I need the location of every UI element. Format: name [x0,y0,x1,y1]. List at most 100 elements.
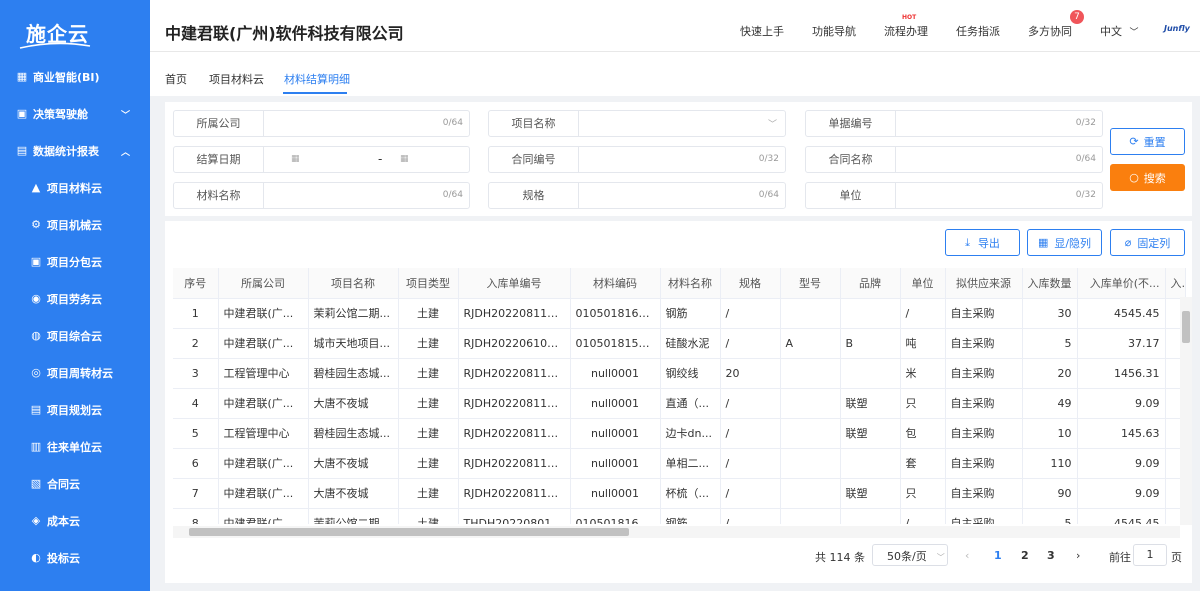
vertical-scroll-thumb[interactable] [1182,311,1190,343]
nav-quick-start[interactable]: 快速上手 [740,23,784,39]
sidebar-item-label: 合同云 [47,477,80,491]
export-button[interactable]: ⤓ 导出 [945,229,1020,256]
sidebar-item-12[interactable]: ◈ 成本云 [0,502,150,539]
table-row[interactable]: 1 中建君联(广... 茉莉公馆二期... 土建 RJDH20220811786 0105… [173,298,1186,329]
column-header[interactable]: 所属公司 [218,268,309,299]
material-field[interactable]: 材料名称 0/64 [173,182,470,209]
nav-function-guide[interactable]: 功能导航 [812,23,856,39]
company-title: 中建君联(广州)软件科技有限公司 [165,24,404,43]
table-cell: / [720,388,781,419]
table-cell: 2 [173,328,219,359]
sidebar-item-2[interactable]: ▤ 数据统计报表 ︿ [0,132,150,169]
table-row[interactable]: 7 中建君联(广... 大唐不夜城 土建 RJDH20220811586 null0001… [173,478,1186,509]
vertical-scrollbar[interactable] [1180,297,1192,525]
column-header[interactable]: 入 [1165,268,1186,299]
table-row[interactable]: 3 工程管理中心 碧桂园生态城... 土建 RJDH20220811614 null000… [173,358,1186,389]
gear-icon: ⚙ [31,218,41,231]
column-header[interactable]: 单位 [900,268,946,299]
column-header[interactable]: 入库数量 [1022,268,1078,299]
table-cell: 大唐不夜城 [308,448,399,479]
column-header[interactable]: 拟供应来源 [945,268,1023,299]
table-cell: 土建 [398,298,459,329]
contractno-field[interactable]: 合同编号 0/32 [488,146,786,173]
search-button[interactable]: ○ 搜索 [1110,164,1185,191]
sidebar-item-1[interactable]: ▣ 决策驾驶舱 ﹀ [0,95,150,132]
table-cell: 碧桂园生态城... [308,358,399,389]
column-header[interactable]: 序号 [173,268,219,299]
page-1[interactable]: 1 [994,549,1002,562]
column-header[interactable]: 入库单价(不... [1077,268,1166,299]
page-3[interactable]: 3 [1047,549,1055,562]
sidebar-item-13[interactable]: ◐ 投标云 [0,539,150,576]
company-label: 所属公司 [174,111,264,136]
column-header[interactable]: 型号 [780,268,841,299]
tab-material-cloud[interactable]: 项目材料云 [209,71,264,87]
page-jump-input[interactable]: 1 [1133,544,1167,566]
column-header[interactable]: 项目名称 [308,268,399,299]
project-select[interactable]: 项目名称 ﹀ [488,110,786,137]
table-cell: 套 [900,448,946,479]
nav-collaboration[interactable]: 多方协同 [1028,23,1072,39]
language-select[interactable]: 中文 ﹀ [1100,23,1139,39]
nav-task-assign[interactable]: 任务指派 [956,23,1000,39]
company-field[interactable]: 所属公司 0/64 [173,110,470,137]
horizontal-scroll-thumb[interactable] [189,528,629,536]
tab-home[interactable]: 首页 [165,71,187,87]
table-cell: null0001 [570,358,661,389]
sidebar-item-9[interactable]: ▤ 项目规划云 [0,391,150,428]
table-row[interactable]: 8 中建君联(广... 茉莉公馆二期... 土建 THDH2022080179 01050… [173,508,1186,524]
page-2[interactable]: 2 [1021,549,1029,562]
table-row[interactable]: 2 中建君联(广... 城市天地项目... 土建 RJDH20220610343 0105… [173,328,1186,359]
sidebar-item-0[interactable]: ▦ 商业智能(BI) [0,58,150,95]
sidebar-item-11[interactable]: ▧ 合同云 [0,465,150,502]
column-header[interactable]: 入库单编号 [458,268,571,299]
table-cell: RJDH20220811586 [458,448,571,479]
prev-page-icon[interactable]: ‹ [965,549,969,562]
tab-settlement-detail[interactable]: 材料结算明细 [284,71,350,87]
reset-button[interactable]: ⟳ 重置 [1110,128,1185,155]
fix-column-button[interactable]: ⌀ 固定列 [1110,229,1185,256]
worker-icon: ◉ [31,292,41,305]
column-header[interactable]: 项目类型 [398,268,459,299]
language-label: 中文 [1100,25,1122,38]
column-header[interactable]: 规格 [720,268,781,299]
table-cell: 自主采购 [945,448,1023,479]
topbar: 中建君联(广州)软件科技有限公司 快速上手 HOT 功能导航 流程办理 7 任务… [150,0,1200,52]
total-count: 共 114 条 [815,551,865,564]
contractname-count: 0/64 [1075,154,1096,164]
table-cell: 中建君联(广... [218,388,309,419]
column-header[interactable]: 材料编码 [570,268,661,299]
sidebar-item-3[interactable]: ▲ 项目材料云 [0,169,150,206]
column-header[interactable]: 品牌 [840,268,901,299]
table-row[interactable]: 5 工程管理中心 碧桂园生态城... 土建 RJDH20220811614 null000… [173,418,1186,449]
horizontal-scrollbar[interactable] [173,526,1180,538]
sidebar-item-label: 项目综合云 [47,329,102,343]
company-icon: ▥ [30,440,42,453]
sidebar-item-4[interactable]: ⚙ 项目机械云 [0,206,150,243]
nav-workflow[interactable]: 流程办理 [884,23,928,39]
page-size-select[interactable]: 50条/页 ﹀ [872,544,948,566]
sidebar-item-label: 成本云 [47,514,80,528]
docno-label: 单据编号 [806,111,896,136]
table-header-row: 序号 所属公司 项目名称 项目类型 入库单编号 材料编码 材料名称 规格 型号 品牌 单位 拟供应来源… [173,268,1186,299]
sidebar-item-5[interactable]: ▣ 项目分包云 [0,243,150,280]
table-row[interactable]: 4 中建君联(广... 大唐不夜城 土建 RJDH20220811586 null0001… [173,388,1186,419]
unit-field[interactable]: 单位 0/32 [805,182,1103,209]
next-page-icon[interactable]: › [1076,549,1080,562]
sidebar-item-6[interactable]: ◉ 项目劳务云 [0,280,150,317]
table-cell: 直通（... [660,388,721,419]
sidebar-item-label: 项目分包云 [47,255,102,269]
sidebar-item-8[interactable]: ◎ 项目周转材云 [0,354,150,391]
toggle-columns-button[interactable]: ▦ 显/隐列 [1027,229,1102,256]
date-range-field[interactable]: 结算日期 ▦ - ▦ [173,146,470,173]
contractname-field[interactable]: 合同名称 0/64 [805,146,1103,173]
sidebar-item-10[interactable]: ▥ 往来单位云 [0,428,150,465]
table-cell: 城市天地项目... [308,328,399,359]
docno-field[interactable]: 单据编号 0/32 [805,110,1103,137]
table-row[interactable]: 6 中建君联(广... 大唐不夜城 土建 RJDH20220811586 null0001… [173,448,1186,479]
sidebar-item-7[interactable]: ◍ 项目综合云 [0,317,150,354]
sidebar-item-label: 商业智能(BI) [33,70,100,84]
table-cell: 6 [173,448,219,479]
spec-field[interactable]: 规格 0/64 [488,182,786,209]
column-header[interactable]: 材料名称 [660,268,721,299]
